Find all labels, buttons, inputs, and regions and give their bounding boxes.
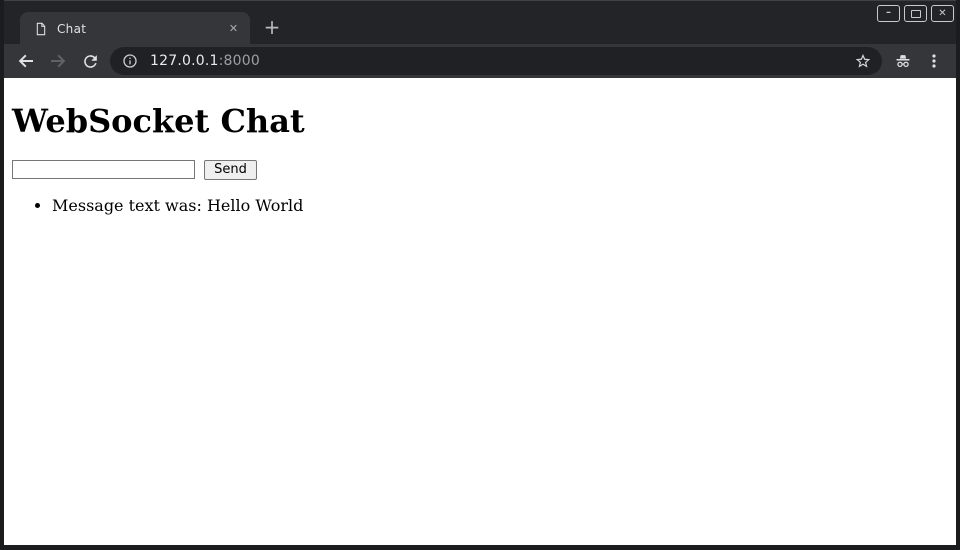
page-content: WebSocket Chat Send Message text was: He… bbox=[4, 78, 956, 545]
close-icon: ✕ bbox=[938, 9, 946, 19]
forward-button[interactable] bbox=[46, 49, 70, 73]
chat-form: Send bbox=[12, 160, 948, 180]
url-host: 127.0.0.1 bbox=[150, 53, 219, 69]
tab-strip: Chat ✕ + – ✕ bbox=[4, 0, 956, 44]
message-input[interactable] bbox=[12, 160, 195, 179]
minimize-icon: – bbox=[886, 8, 891, 18]
reload-icon bbox=[81, 52, 100, 71]
address-bar[interactable]: 127.0.0.1:8000 bbox=[110, 47, 882, 75]
maximize-button[interactable] bbox=[904, 5, 927, 22]
maximize-icon bbox=[911, 10, 921, 18]
new-tab-button[interactable]: + bbox=[258, 13, 286, 41]
tab-chat[interactable]: Chat ✕ bbox=[20, 12, 250, 45]
browser-window: Chat ✕ + – ✕ bbox=[0, 0, 960, 550]
browser-toolbar: 127.0.0.1:8000 bbox=[4, 44, 956, 78]
bookmark-star-icon[interactable] bbox=[854, 52, 872, 70]
messages-list: Message text was: Hello World bbox=[12, 196, 948, 215]
three-dot-menu-icon[interactable] bbox=[922, 49, 946, 73]
page-title: WebSocket Chat bbox=[12, 103, 948, 140]
minimize-button[interactable]: – bbox=[877, 5, 900, 22]
forward-arrow-icon bbox=[48, 51, 68, 71]
incognito-icon bbox=[891, 49, 915, 73]
back-button[interactable] bbox=[14, 49, 38, 73]
reload-button[interactable] bbox=[78, 49, 102, 73]
url-text: 127.0.0.1:8000 bbox=[150, 53, 260, 69]
tab-title: Chat bbox=[57, 22, 225, 36]
tab-close-icon[interactable]: ✕ bbox=[225, 20, 242, 37]
window-controls: – ✕ bbox=[877, 5, 954, 22]
close-button[interactable]: ✕ bbox=[931, 5, 954, 22]
info-icon[interactable] bbox=[122, 53, 138, 69]
url-port: :8000 bbox=[219, 53, 260, 69]
send-button[interactable]: Send bbox=[204, 160, 257, 180]
message-list-item: Message text was: Hello World bbox=[52, 196, 948, 215]
back-arrow-icon bbox=[16, 51, 36, 71]
document-icon bbox=[34, 22, 48, 36]
